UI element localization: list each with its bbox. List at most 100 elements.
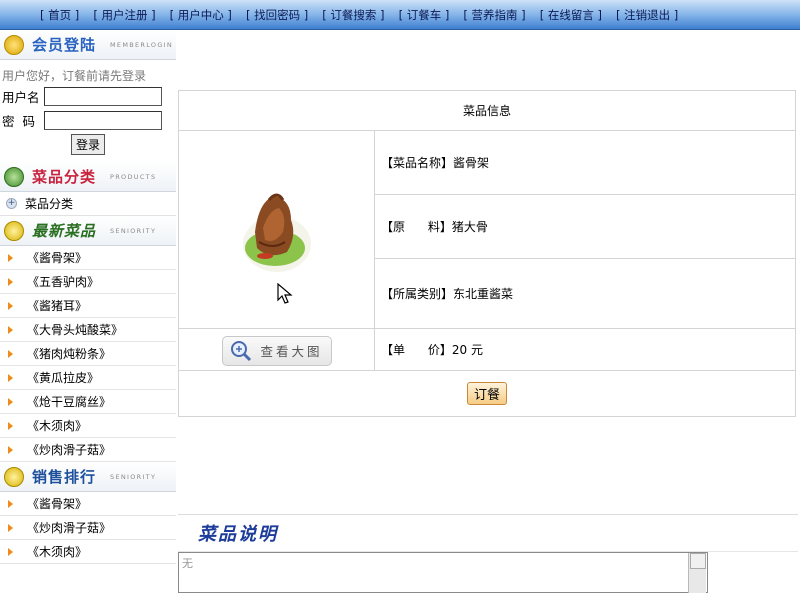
view-large-image-button[interactable]: 查看大图 <box>221 335 332 366</box>
category-section-header: 菜品分类 PRODUCTS <box>0 162 176 192</box>
sidebar: 会员登陆 MEMBERLOGIN 用户您好，订餐前请先登录 用户名 密 码 登录… <box>0 30 176 593</box>
arrow-icon <box>8 445 13 454</box>
description-textarea[interactable]: 无 <box>178 552 708 593</box>
login-title: 会员登陆 <box>32 36 97 54</box>
ranking-list: 《酱骨架》《炒肉滑子菇》《木须肉》 <box>0 492 176 564</box>
order-row: 订餐 <box>178 370 796 417</box>
list-item[interactable]: 《酱骨架》 <box>0 492 176 516</box>
nav-item-label: 在线留言 <box>547 8 594 22</box>
nav-item[interactable]: [ 营养指南 ] <box>463 7 525 23</box>
nav-item[interactable]: [ 订餐搜索 ] <box>322 7 384 23</box>
login-button-wrap: 登录 <box>0 132 176 162</box>
list-item-label: 《酱猪耳》 <box>27 299 88 313</box>
list-item[interactable]: 《木须肉》 <box>0 414 176 438</box>
list-item-label: 《酱骨架》 <box>27 251 88 265</box>
list-item[interactable]: 《木须肉》 <box>0 540 176 564</box>
list-item[interactable]: 《大骨头炖酸菜》 <box>0 318 176 342</box>
list-item-label: 《木须肉》 <box>27 419 88 433</box>
arrow-icon <box>8 499 13 508</box>
dish-price-cell: 【单 价】20 元 <box>374 328 796 371</box>
arrow-icon <box>8 523 13 532</box>
dish-price-label: 【单 价】 <box>381 343 452 357</box>
username-row: 用户名 <box>0 84 176 108</box>
nav-item-label: 注销退出 <box>624 8 671 22</box>
dish-name-cell: 【菜品名称】酱骨架 <box>374 130 796 195</box>
dish-material-cell: 【原 料】猪大骨 <box>374 194 796 259</box>
dish-info-header: 菜品信息 <box>178 90 796 131</box>
list-item[interactable]: 《炒肉滑子菇》 <box>0 516 176 540</box>
username-input[interactable] <box>44 86 162 106</box>
plus-icon: + <box>6 198 17 209</box>
order-button[interactable]: 订餐 <box>466 382 507 405</box>
newest-title: 最新菜品 <box>32 222 97 240</box>
password-label: 密 码 <box>2 113 35 129</box>
arrow-icon <box>8 325 13 334</box>
dish-category-cell: 【所属类别】东北重酱菜 <box>374 258 796 329</box>
list-item-label: 《酱骨架》 <box>27 497 88 511</box>
description-scrollbar[interactable] <box>688 553 706 593</box>
magnifier-icon <box>231 340 252 361</box>
nav-item-label: 营养指南 <box>471 8 518 22</box>
ranking-title: 销售排行 <box>32 468 97 486</box>
newest-section-header: 最新菜品 SENIORITY <box>0 216 176 246</box>
list-item-label: 《大骨头炖酸菜》 <box>27 323 124 337</box>
arrow-icon <box>8 349 13 358</box>
category-subtitle: PRODUCTS <box>110 172 157 181</box>
list-item-label: 《猪肉炖粉条》 <box>27 347 112 361</box>
description-header: 菜品说明 <box>178 514 798 552</box>
list-item[interactable]: 《五香驴肉》 <box>0 270 176 294</box>
list-item[interactable]: 《炝干豆腐丝》 <box>0 390 176 414</box>
dish-price-row: 查看大图 【单 价】20 元 <box>178 328 796 371</box>
category-item-label: 菜品分类 <box>25 197 74 211</box>
star-icon <box>4 34 24 55</box>
arrow-icon <box>8 253 13 262</box>
dish-material-value: 猪大骨 <box>451 220 488 234</box>
dish-name-value: 酱骨架 <box>453 156 490 170</box>
list-item[interactable]: 《黄瓜拉皮》 <box>0 366 176 390</box>
nav-item-label: 首页 <box>48 8 72 22</box>
top-nav: [ 首页 ] [ 用户注册 ] [ 用户中心 ] [ 找回密码 ] [ 订餐搜索 ] [ … <box>0 0 800 30</box>
dish-image-cell <box>178 130 375 329</box>
scroll-up-arrow-icon[interactable] <box>689 553 706 569</box>
list-item[interactable]: 《炒肉滑子菇》 <box>0 438 176 462</box>
order-cell: 订餐 <box>178 370 796 417</box>
list-item-label: 《黄瓜拉皮》 <box>27 371 100 385</box>
category-item[interactable]: + 菜品分类 <box>0 192 176 216</box>
password-input[interactable] <box>44 110 162 130</box>
dish-price-value: 20 元 <box>451 343 483 357</box>
arrow-icon <box>8 397 13 406</box>
nav-item[interactable]: [ 用户中心 ] <box>170 7 232 23</box>
nav-item[interactable]: [ 注销退出 ] <box>616 7 678 23</box>
view-large-image-label: 查看大图 <box>260 344 323 359</box>
nav-item[interactable]: [ 找回密码 ] <box>246 7 308 23</box>
list-item-label: 《炒肉滑子菇》 <box>27 443 112 457</box>
ranking-subtitle: SENIORITY <box>110 472 157 481</box>
newest-list: 《酱骨架》《五香驴肉》 《酱猪耳》《大骨头炖酸菜》 《猪肉炖粉条》 《黄瓜拉皮》《炝干… <box>0 246 176 462</box>
dish-category-label: 【所属类别】 <box>381 287 454 301</box>
nav-item[interactable]: [ 首页 ] <box>40 7 79 23</box>
nav-item[interactable]: [ 订餐车 ] <box>399 7 450 23</box>
list-item-label: 《炒肉滑子菇》 <box>27 521 112 535</box>
dish-info-table: 菜品信息 【菜品名称】酱骨架 【原 料】猪大骨 【所属类别】东北重酱菜 查看大图… <box>178 90 796 417</box>
mouse-cursor-icon <box>277 283 293 304</box>
category-title: 菜品分类 <box>32 168 97 186</box>
dish-name-label: 【菜品名称】 <box>381 156 454 170</box>
list-item[interactable]: 《酱猪耳》 <box>0 294 176 318</box>
nav-item[interactable]: [ 用户注册 ] <box>93 7 155 23</box>
main-content: 菜品信息 【菜品名称】酱骨架 【原 料】猪大骨 【所属类别】东北重酱菜 查看大图… <box>176 30 800 593</box>
nav-item[interactable]: [ 在线留言 ] <box>540 7 602 23</box>
nav-item-label: 找回密码 <box>254 8 301 22</box>
dish-info-header-row: 菜品信息 <box>178 90 796 131</box>
zoom-button-cell: 查看大图 <box>178 328 375 371</box>
list-item-label: 《五香驴肉》 <box>27 275 100 289</box>
login-subtitle: MEMBERLOGIN <box>110 40 174 49</box>
arrow-icon <box>8 301 13 310</box>
login-button[interactable]: 登录 <box>70 134 105 155</box>
username-label: 用户名 <box>2 89 40 105</box>
newest-subtitle: SENIORITY <box>110 226 157 235</box>
dish-name-row: 【菜品名称】酱骨架 <box>178 130 796 329</box>
list-item[interactable]: 《猪肉炖粉条》 <box>0 342 176 366</box>
list-item[interactable]: 《酱骨架》 <box>0 246 176 270</box>
dish-material-label: 【原 料】 <box>381 220 452 234</box>
description-title: 菜品说明 <box>198 524 278 545</box>
